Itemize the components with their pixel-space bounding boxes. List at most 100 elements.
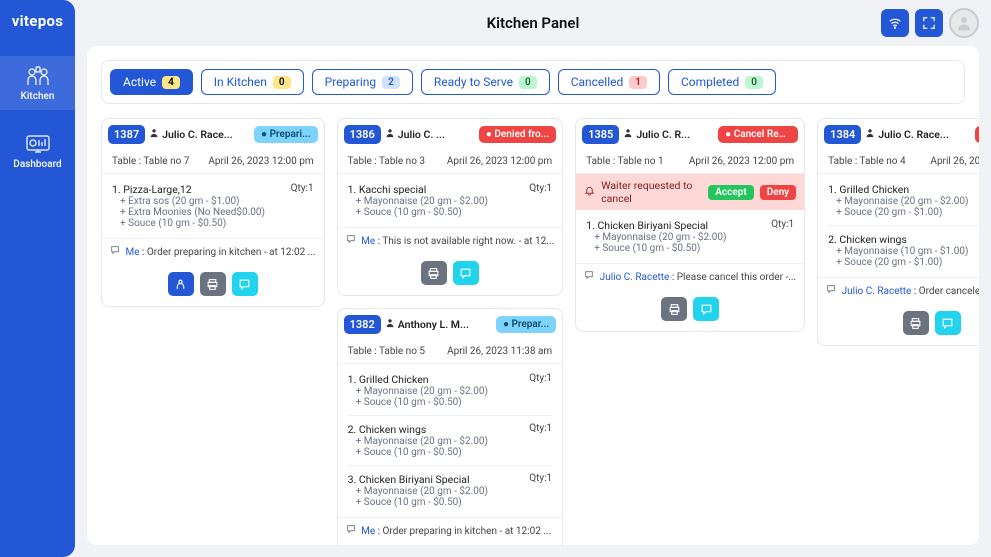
user-avatar[interactable] bbox=[949, 8, 979, 38]
print-button[interactable] bbox=[661, 297, 687, 321]
order-item: 2. Chicken wings+ Mayonnaise (10 gm - $1… bbox=[828, 230, 979, 271]
order-card: 1387 Julio C. Race... Prepari... Table :… bbox=[101, 118, 325, 307]
banner-text: Waiter requested to cancel bbox=[601, 179, 696, 205]
dashboard-icon bbox=[23, 132, 53, 156]
msg-author: Me bbox=[361, 526, 375, 537]
item-addon: + Souce (10 gm - $0.50) bbox=[348, 397, 488, 408]
cancel-request-banner: Waiter requested to cancel Accept Deny bbox=[576, 174, 804, 210]
order-status: Cancell... bbox=[975, 126, 979, 143]
item-addon: + Mayonnaise (20 gm - $2.00) bbox=[348, 436, 488, 447]
tab-ready[interactable]: Ready to Serve0 bbox=[421, 69, 550, 95]
sidebar-item-dashboard[interactable]: Dashboard bbox=[0, 124, 75, 178]
item-qty: Qty:1 bbox=[771, 219, 794, 230]
item-name: 1. Chicken Biriyani Special+ Mayonnaise … bbox=[586, 219, 726, 254]
order-table: Table : Table no 4 bbox=[828, 156, 905, 167]
item-addon: + Souce (10 gm - $0.50) bbox=[112, 218, 265, 229]
chat-button[interactable] bbox=[453, 261, 479, 285]
order-status: Prepar... bbox=[496, 316, 556, 333]
card-column: 1387 Julio C. Race... Prepari... Table :… bbox=[101, 118, 325, 307]
tab-cancelled[interactable]: Cancelled1 bbox=[558, 69, 660, 95]
msg-text: : Order canceled - at 12:01... bbox=[914, 286, 979, 297]
order-status: Denied fro... bbox=[479, 126, 556, 143]
user-icon bbox=[385, 318, 395, 331]
order-item: 1. Chicken Biriyani Special+ Mayonnaise … bbox=[586, 216, 794, 257]
chat-button[interactable] bbox=[693, 297, 719, 321]
deny-button[interactable]: Deny bbox=[760, 185, 796, 200]
item-addon: + Mayonnaise (20 gm - $2.00) bbox=[348, 196, 488, 207]
item-name: 1. Kacchi special+ Mayonnaise (20 gm - $… bbox=[348, 183, 488, 218]
order-date: April 26, 2023 12:00 pm bbox=[208, 156, 313, 167]
tab-preparing[interactable]: Preparing2 bbox=[312, 69, 413, 95]
accept-button[interactable]: Accept bbox=[708, 185, 753, 200]
sidebar-item-kitchen[interactable]: Kitchen bbox=[0, 56, 75, 110]
tab-completed[interactable]: Completed0 bbox=[668, 69, 776, 95]
card-column: 1385 Julio C. R... Cancel Req... Table :… bbox=[575, 118, 805, 332]
order-table: Table : Table no 1 bbox=[586, 156, 663, 167]
brand-logo: vitepos bbox=[12, 12, 63, 30]
order-user: Julio C. Race... bbox=[865, 128, 971, 141]
user-icon bbox=[385, 128, 395, 141]
item-name: 1. Pizza-Large,12+ Extra sos (20 gm - $1… bbox=[112, 183, 265, 229]
user-icon bbox=[623, 128, 633, 141]
print-button[interactable] bbox=[903, 311, 929, 335]
item-addon: + Souce (20 gm - $1.00) bbox=[828, 207, 968, 218]
chat-button[interactable] bbox=[232, 272, 258, 296]
page-title: Kitchen Panel bbox=[487, 14, 580, 32]
order-item: 1. Grilled Chicken+ Mayonnaise (20 gm - … bbox=[828, 180, 979, 221]
user-icon bbox=[149, 128, 159, 141]
chat-icon bbox=[346, 236, 356, 247]
order-user: Anthony L. M... bbox=[385, 318, 492, 331]
item-name: 2. Chicken wings+ Mayonnaise (20 gm - $2… bbox=[348, 423, 488, 458]
order-id: 1387 bbox=[108, 125, 145, 144]
order-id: 1386 bbox=[344, 125, 381, 144]
item-addon: + Souce (10 gm - $0.50) bbox=[348, 497, 488, 508]
kitchen-icon bbox=[23, 64, 53, 88]
card-column: 1386 Julio C. ... Denied fro... Table : … bbox=[337, 118, 564, 545]
user-icon bbox=[865, 128, 875, 141]
order-card: 1385 Julio C. R... Cancel Req... Table :… bbox=[575, 118, 805, 332]
msg-text: : This is not available right now. - at … bbox=[378, 236, 555, 247]
serve-button[interactable] bbox=[168, 272, 194, 296]
item-addon: + Souce (10 gm - $0.50) bbox=[586, 243, 726, 254]
item-addon: + Mayonnaise (20 gm - $2.00) bbox=[828, 196, 968, 207]
item-qty: Qty:1 bbox=[529, 473, 552, 484]
item-addon: + Extra sos (20 gm - $1.00) bbox=[112, 196, 265, 207]
item-addon: + Extra Moonies (No Need$0.00) bbox=[112, 207, 265, 218]
order-date: April 26, 2023 12:00 pm bbox=[689, 156, 794, 167]
fullscreen-button[interactable] bbox=[915, 9, 943, 37]
order-status: Prepari... bbox=[254, 126, 318, 143]
order-status: Cancel Req... bbox=[718, 126, 798, 143]
wifi-button[interactable] bbox=[881, 9, 909, 37]
print-button[interactable] bbox=[421, 261, 447, 285]
order-user: Julio C. Race... bbox=[149, 128, 250, 141]
order-date: April 26, 2023 11:38 am bbox=[447, 346, 552, 357]
order-message: Me : Order preparing in kitchen - at 12:… bbox=[102, 238, 324, 264]
chat-button[interactable] bbox=[935, 311, 961, 335]
item-addon: + Mayonnaise (20 gm - $2.00) bbox=[586, 232, 726, 243]
item-name: 3. Chicken Biriyani Special+ Mayonnaise … bbox=[348, 473, 488, 508]
order-table: Table : Table no 3 bbox=[348, 156, 425, 167]
order-message: Julio C. Racette : Order canceled - at 1… bbox=[818, 277, 979, 303]
tab-active[interactable]: Active4 bbox=[110, 69, 193, 95]
print-button[interactable] bbox=[200, 272, 226, 296]
msg-text: : Order preparing in kitchen - at 12:02 … bbox=[142, 247, 316, 258]
order-item: 1. Pizza-Large,12+ Extra sos (20 gm - $1… bbox=[112, 180, 314, 232]
status-tabs: Active4 In Kitchen0 Preparing2 Ready to … bbox=[101, 60, 965, 104]
order-date: April 26, 2023 12:00 pm bbox=[447, 156, 552, 167]
item-addon: + Mayonnaise (20 gm - $2.00) bbox=[348, 386, 488, 397]
order-id: 1384 bbox=[824, 125, 861, 144]
chat-icon bbox=[584, 272, 594, 283]
msg-text: : Please cancel this order -... bbox=[672, 272, 796, 283]
card-column: 1384 Julio C. Race... Cancell... Table :… bbox=[817, 118, 979, 346]
chat-icon bbox=[110, 247, 120, 258]
tab-in-kitchen[interactable]: In Kitchen0 bbox=[201, 69, 304, 95]
sidebar: vitepos Kitchen Dashboard bbox=[0, 0, 75, 557]
order-message: Me : This is not available right now. - … bbox=[338, 227, 563, 253]
sidebar-item-label: Dashboard bbox=[13, 159, 61, 170]
sidebar-item-label: Kitchen bbox=[21, 91, 55, 102]
item-addon: + Souce (10 gm - $0.50) bbox=[348, 207, 488, 218]
order-message: Me : Order preparing in kitchen - at 12:… bbox=[338, 517, 563, 543]
item-name: 1. Grilled Chicken+ Mayonnaise (20 gm - … bbox=[348, 373, 488, 408]
order-table: Table : Table no 5 bbox=[348, 346, 425, 357]
order-item: 2. Chicken wings+ Mayonnaise (20 gm - $2… bbox=[348, 420, 553, 461]
